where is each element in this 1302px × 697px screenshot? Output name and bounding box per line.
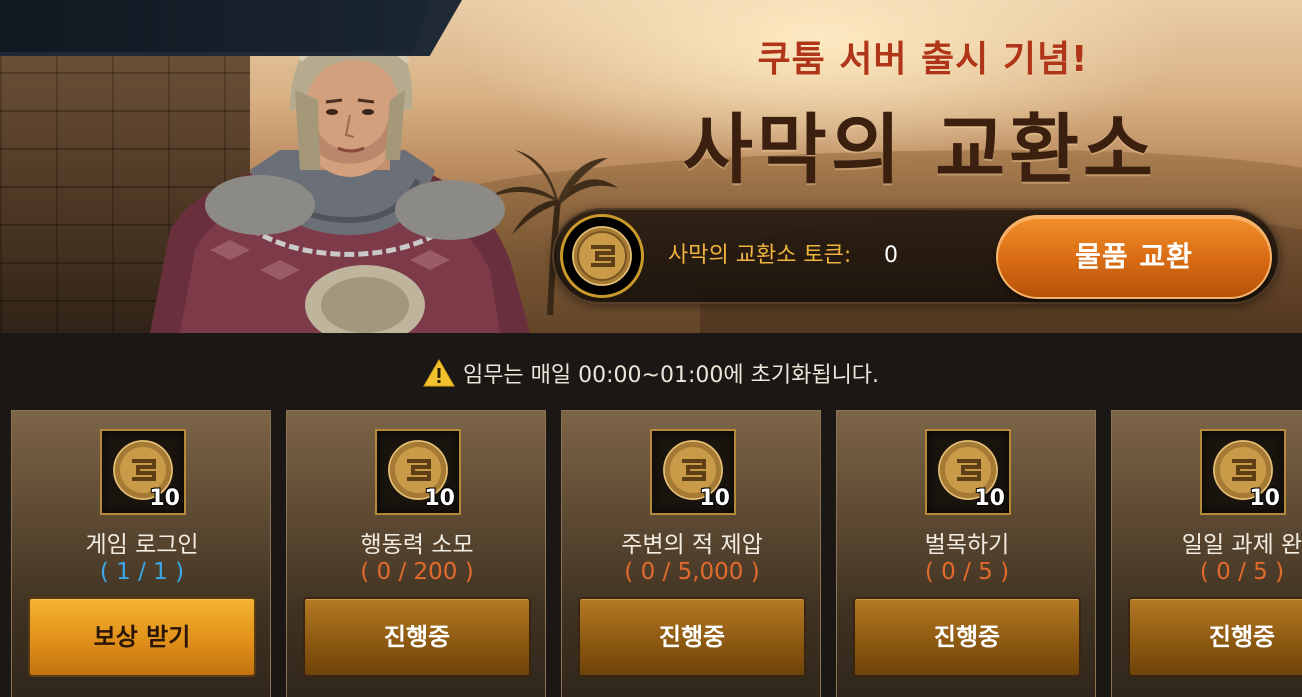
in-progress-button[interactable]: 진행중 (578, 597, 806, 677)
notice-text: 임무는 매일 00:00~01:00에 초기화됩니다. (462, 363, 880, 388)
daily-reset-notice: 임무는 매일 00:00~01:00에 초기화됩니다. (0, 352, 1302, 394)
in-progress-button[interactable]: 진행중 (853, 597, 1081, 677)
mission-name: 게임 로그인 (85, 532, 199, 558)
mission-card: 10 벌목하기 ( 0 / 5 ) 진행중 (836, 410, 1096, 697)
mission-card: 10 주변의 적 제압 ( 0 / 5,000 ) 진행중 (561, 410, 821, 697)
mission-progress: ( 0 / 5 ) (1199, 559, 1285, 585)
mission-name: 일일 과제 완 (1181, 532, 1302, 558)
mission-card: 10 게임 로그인 ( 1 / 1 ) 보상 받기 (11, 410, 271, 697)
mission-progress: ( 0 / 200 ) (360, 559, 474, 585)
warning-icon (423, 359, 455, 387)
mission-card: 10 일일 과제 완 ( 0 / 5 ) 진행중 (1111, 410, 1302, 697)
reward-quantity: 10 (1249, 486, 1280, 511)
in-progress-button[interactable]: 진행중 (303, 597, 531, 677)
reward-token-slot: 10 (1200, 429, 1286, 515)
reward-quantity: 10 (149, 486, 180, 511)
exchange-items-button[interactable]: 물품 교환 (996, 215, 1272, 299)
warrior-character-illustration (150, 25, 530, 333)
mission-list: 10 게임 로그인 ( 1 / 1 ) 보상 받기 10 행동력 소모 ( 0 … (0, 410, 1302, 697)
reward-quantity: 10 (424, 486, 455, 511)
mission-name: 주변의 적 제압 (621, 532, 763, 558)
reward-token-slot: 10 (375, 429, 461, 515)
mission-name: 벌목하기 (924, 532, 1010, 558)
mission-progress: ( 0 / 5,000 ) (624, 559, 760, 585)
claim-reward-button[interactable]: 보상 받기 (28, 597, 256, 677)
top-bar-strip (0, 0, 430, 52)
desert-token-coin-icon (560, 214, 644, 298)
reward-quantity: 10 (699, 486, 730, 511)
reward-token-slot: 10 (650, 429, 736, 515)
mission-card: 10 행동력 소모 ( 0 / 200 ) 진행중 (286, 410, 546, 697)
mission-progress: ( 0 / 5 ) (924, 559, 1010, 585)
reward-quantity: 10 (974, 486, 1005, 511)
reward-token-slot: 10 (100, 429, 186, 515)
reward-token-slot: 10 (925, 429, 1011, 515)
mission-name: 행동력 소모 (360, 532, 474, 558)
token-count: 0 (884, 243, 898, 268)
event-title: 사막의 교환소 (683, 105, 1157, 194)
mission-progress: ( 1 / 1 ) (99, 559, 185, 585)
token-label: 사막의 교환소 토큰: (668, 243, 852, 268)
in-progress-button[interactable]: 진행중 (1128, 597, 1302, 677)
event-subtitle: 쿠툼 서버 출시 기념! (757, 39, 1089, 80)
